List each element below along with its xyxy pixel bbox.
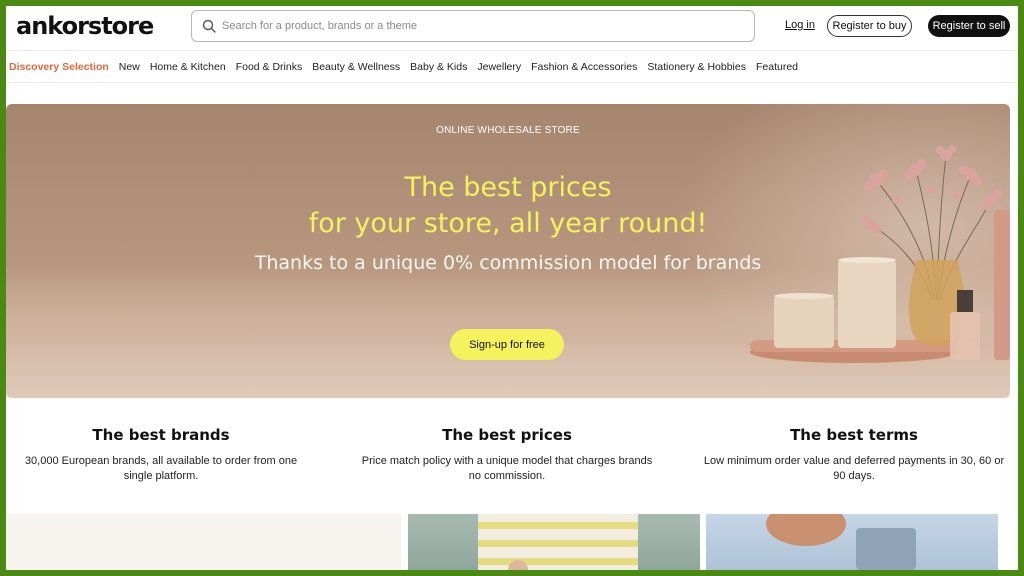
nav-item-food-drinks[interactable]: Food & Drinks — [236, 61, 303, 73]
nav-item-featured[interactable]: Featured — [756, 61, 798, 73]
nav-item-beauty-wellness[interactable]: Beauty & Wellness — [312, 61, 400, 73]
hero-kicker: ONLINE WHOLESALE STORE — [436, 125, 580, 136]
feature-best-terms: The best terms Low minimum order value a… — [699, 426, 1009, 484]
hero-title-line-2: for your store, all year round! — [308, 208, 708, 239]
search-input[interactable] — [222, 16, 742, 36]
page-frame: ankorstore Log in Register to buy Regist… — [6, 6, 1018, 570]
candles-vase-image — [750, 145, 1010, 363]
hero-title: The best prices for your store, all year… — [6, 170, 1010, 242]
promo-card-sweater-image[interactable] — [408, 514, 700, 570]
register-to-sell-button[interactable]: Register to sell — [928, 15, 1010, 37]
search-icon — [202, 19, 216, 33]
hero-title-line-1: The best prices — [404, 172, 612, 203]
nav-item-fashion-accessories[interactable]: Fashion & Accessories — [531, 61, 637, 73]
nav-item-discovery-selection[interactable]: Discovery Selection — [9, 61, 109, 73]
feature-title: The best prices — [442, 426, 572, 444]
nav-item-baby-kids[interactable]: Baby & Kids — [410, 61, 467, 73]
hero-subtitle: Thanks to a unique 0% commission model f… — [254, 252, 762, 274]
feature-text: 30,000 European brands, all available to… — [24, 455, 298, 482]
feature-best-brands: The best brands 30,000 European brands, … — [6, 426, 316, 484]
feature-title: The best terms — [790, 426, 918, 444]
nav-item-new[interactable]: New — [119, 61, 140, 73]
feature-title: The best brands — [92, 426, 230, 444]
login-link[interactable]: Log in — [785, 19, 815, 31]
nav-item-stationery-hobbies[interactable]: Stationery & Hobbies — [647, 61, 746, 73]
register-to-buy-button[interactable]: Register to buy — [827, 15, 912, 37]
sweater-photo — [478, 514, 638, 570]
signup-free-button[interactable]: Sign-up for free — [450, 329, 564, 360]
shirt-photo — [766, 514, 916, 570]
promo-card-left[interactable] — [6, 514, 401, 570]
category-nav: Discovery Selection New Home & Kitchen F… — [6, 50, 1018, 83]
feature-text: Price match policy with a unique model t… — [361, 455, 653, 482]
top-header: ankorstore Log in Register to buy Regist… — [6, 6, 1018, 50]
features-section: The best brands 30,000 European brands, … — [6, 426, 1010, 496]
promo-card-shirt-image[interactable] — [706, 514, 998, 570]
nav-item-home-kitchen[interactable]: Home & Kitchen — [150, 61, 226, 73]
hero-banner: ONLINE WHOLESALE STORE The best prices f… — [6, 104, 1010, 398]
feature-text: Low minimum order value and deferred pay… — [703, 455, 1005, 482]
search-bar[interactable] — [191, 10, 755, 42]
feature-best-prices: The best prices Price match policy with … — [352, 426, 662, 484]
nav-item-jewellery[interactable]: Jewellery — [477, 61, 521, 73]
ankorstore-logo[interactable]: ankorstore — [16, 12, 154, 40]
